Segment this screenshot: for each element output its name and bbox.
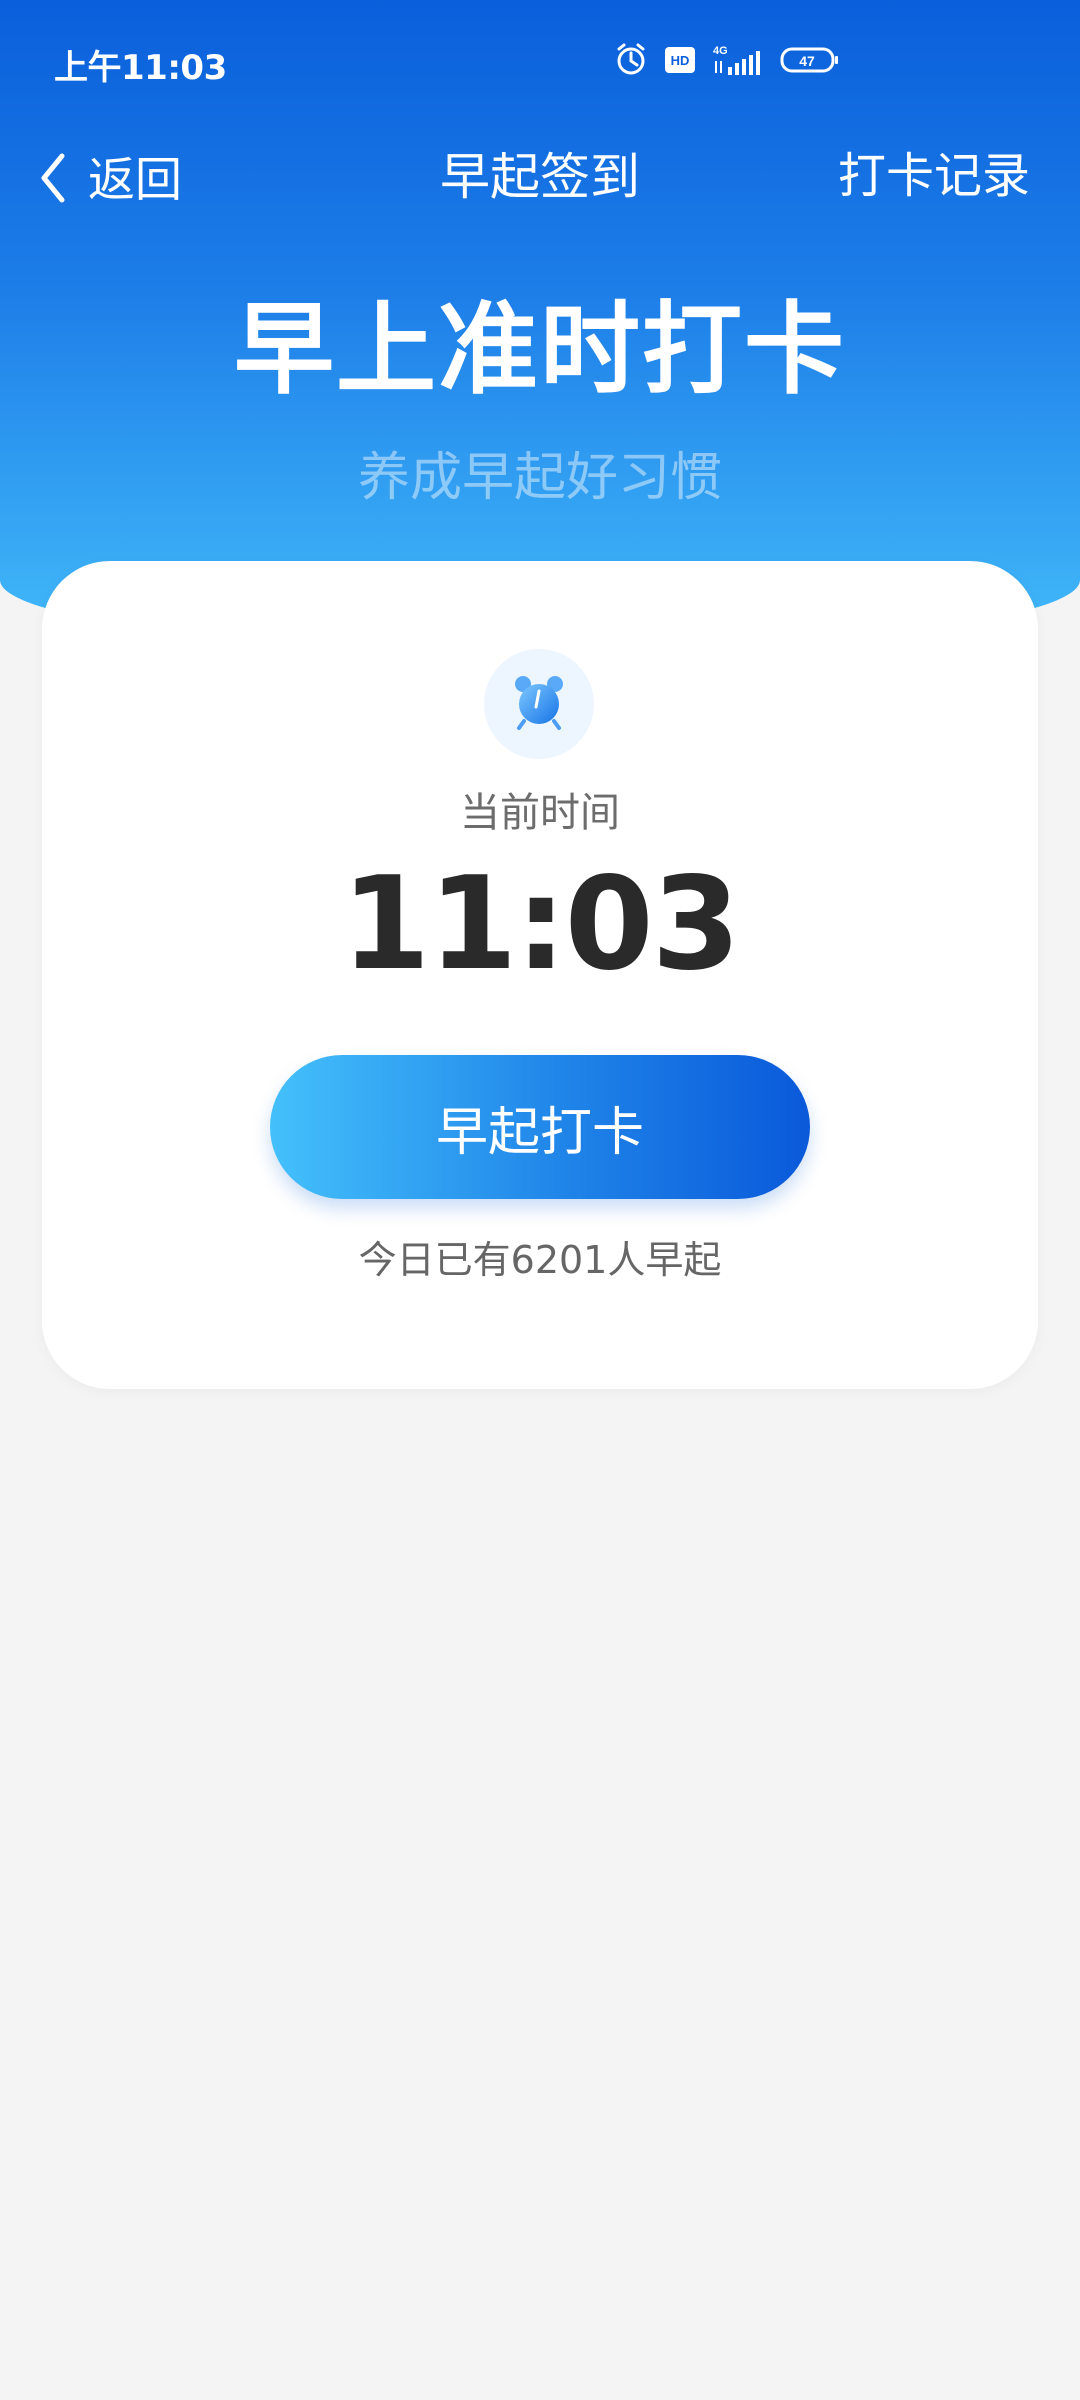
- battery-level: 47: [799, 53, 815, 69]
- status-bar: 上午11:03 HD 4G 47: [0, 0, 1080, 120]
- status-time: 上午11:03: [54, 48, 227, 88]
- alarm-icon: [510, 673, 568, 735]
- hero-subtitle: 养成早起好习惯: [357, 448, 722, 508]
- battery-icon: 47: [780, 45, 840, 75]
- network-label: 4G: [713, 45, 728, 57]
- hd-text: HD: [671, 53, 690, 68]
- checkin-card: 当前时间 11:03 早起打卡 今日已有6201人早起: [42, 561, 1038, 1389]
- status-icons: HD 4G 47: [612, 40, 840, 80]
- checkin-screen: 上午11:03 HD 4G 47 返回 早起签到 打卡记录 早上准时打卡 养成早…: [0, 0, 1080, 2400]
- checkin-record-button[interactable]: 打卡记录: [838, 152, 1030, 200]
- alarm-status-icon: [612, 41, 650, 79]
- hd-icon: HD: [664, 46, 696, 74]
- signal-icon: 4G: [710, 43, 766, 77]
- alarm-icon-container: [484, 649, 594, 759]
- navigation-bar: 返回 早起签到 打卡记录: [0, 140, 1080, 220]
- current-time-label: 当前时间: [460, 790, 620, 836]
- early-checkin-button[interactable]: 早起打卡: [270, 1055, 810, 1199]
- hero-title: 早上准时打卡: [234, 291, 846, 408]
- early-count-text: 今日已有6201人早起: [358, 1238, 722, 1282]
- current-time-value: 11:03: [341, 850, 740, 999]
